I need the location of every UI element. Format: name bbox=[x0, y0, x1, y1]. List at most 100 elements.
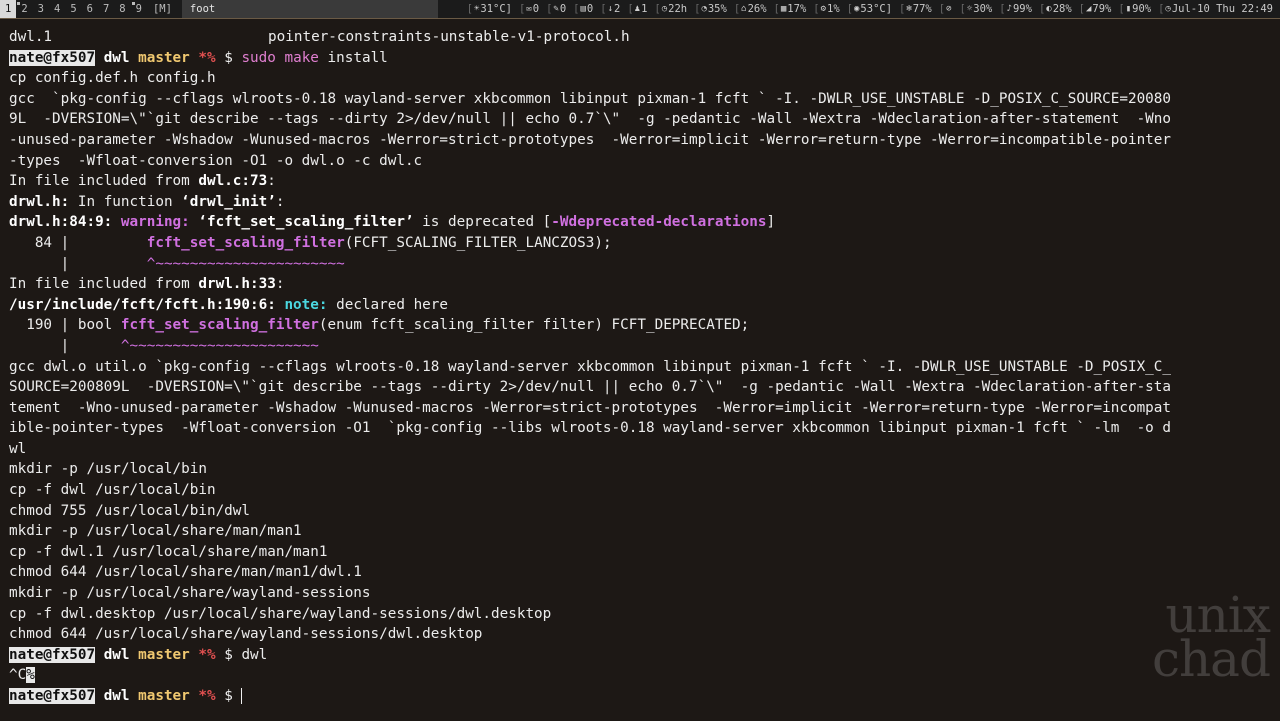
cpu-icon: ⚙ bbox=[820, 4, 827, 14]
status-value: 77% bbox=[912, 3, 932, 15]
terminal-line: wl bbox=[9, 440, 27, 457]
prompt-user-host: nate@fx507 bbox=[9, 646, 96, 663]
terminal-window[interactable]: dwl.1 pointer-constraints-unstable-v1-pro… bbox=[0, 18, 1280, 721]
workspace-tag-2[interactable]: 2 bbox=[16, 0, 32, 18]
watermark-line: chad bbox=[1151, 630, 1271, 688]
status-value: 53°C] bbox=[860, 3, 893, 15]
status-block[interactable]: [♪ 99% bbox=[995, 0, 1035, 18]
prompt-branch: master bbox=[138, 49, 190, 66]
prompt-dir: dwl bbox=[103, 49, 130, 66]
status-block[interactable]: [◷ Jul-10 Thu 22:49 bbox=[1154, 0, 1276, 18]
prompt-symbol: $ bbox=[224, 49, 233, 66]
file-location: drwl.h:33 bbox=[198, 276, 276, 293]
status-block[interactable]: [▦ 17% bbox=[770, 0, 810, 18]
line-text: dwl.1 bbox=[9, 29, 53, 45]
prompt-dir: dwl bbox=[103, 688, 130, 704]
prompt-line: nate@fx507 dwl master *% $ sudo make ins… bbox=[9, 48, 1271, 69]
block-bracket: [ bbox=[466, 3, 473, 15]
status-block[interactable]: [✎ 0 bbox=[542, 0, 569, 18]
prompt-user-host: nate@fx507 bbox=[9, 688, 96, 704]
workspace-tag-6[interactable]: 6 bbox=[82, 0, 98, 18]
status-block[interactable]: [▤ 0 bbox=[569, 0, 596, 18]
status-block[interactable]: [↓ 2 bbox=[596, 0, 623, 18]
prompt-dirty: *% bbox=[198, 688, 216, 704]
terminal-line: chmod 644 /usr/local/share/man/man1/dwl.… bbox=[9, 564, 362, 581]
status-block[interactable]: [❄ 77% bbox=[895, 0, 935, 18]
line-text: ] bbox=[766, 214, 776, 231]
status-block[interactable]: [✉ 0 bbox=[515, 0, 542, 18]
status-block[interactable]: [☀ 31°C] bbox=[463, 0, 515, 18]
block-bracket: [ bbox=[899, 3, 906, 15]
workspace-tags: 123456789 bbox=[0, 0, 147, 18]
line-text: (FCFT_SCALING_FILTER_LANCZOS3); bbox=[344, 234, 612, 251]
command-text: dwl bbox=[241, 646, 268, 663]
terminal-line: drwl.h: In function ‘drwl_init’: bbox=[9, 192, 1271, 213]
terminal-line: gcc dwl.o util.o `pkg-config --cflags wl… bbox=[9, 358, 1172, 375]
source-line: 190 | bool fcft_set_scaling_filter(enum … bbox=[9, 315, 1271, 336]
function-name: ‘fcft_set_scaling_filter’ bbox=[198, 214, 414, 231]
terminal-line: mkdir -p /usr/local/bin bbox=[9, 461, 207, 478]
line-text: is deprecated [ bbox=[413, 214, 552, 231]
disk-icon: ◔ bbox=[701, 4, 707, 14]
block-bracket: [ bbox=[999, 3, 1006, 15]
workspace-tag-9[interactable]: 9 bbox=[131, 0, 147, 18]
terminal-line: mkdir -p /usr/local/share/wayland-sessio… bbox=[9, 585, 371, 602]
interrupt-text: ^C bbox=[9, 667, 27, 684]
status-block[interactable]: [⊘ bbox=[935, 0, 956, 18]
prompt-user-host: nate@fx507 bbox=[9, 49, 96, 66]
prompt-line: nate@fx507 dwl master *% $ dwl bbox=[9, 645, 1271, 666]
workspace-tag-3[interactable]: 3 bbox=[33, 0, 49, 18]
status-block[interactable]: [◐ 28% bbox=[1035, 0, 1075, 18]
status-block[interactable]: [▮ 90% bbox=[1114, 0, 1154, 18]
command-make: make bbox=[284, 49, 319, 66]
status-value: 79% bbox=[1092, 3, 1112, 15]
block-bracket: [ bbox=[546, 3, 553, 15]
status-block[interactable]: [◉ 53°C] bbox=[843, 0, 895, 18]
status-block[interactable]: [⚙ 1% bbox=[809, 0, 842, 18]
block-bracket: [ bbox=[959, 3, 966, 15]
line-text: : bbox=[275, 193, 285, 210]
command-sudo: sudo bbox=[241, 49, 276, 66]
warning-line: drwl.h:84:9: warning: ‘fcft_set_scaling_… bbox=[9, 212, 1271, 233]
prompt-branch: master bbox=[138, 646, 190, 663]
status-block[interactable]: [♟ 1 bbox=[623, 0, 650, 18]
status-block[interactable]: [◔ 35% bbox=[690, 0, 730, 18]
line-text: : bbox=[275, 276, 285, 293]
block-bracket: [ bbox=[773, 3, 780, 15]
workspace-tag-8[interactable]: 8 bbox=[114, 0, 130, 18]
workspace-tag-1[interactable]: 1 bbox=[0, 0, 17, 18]
layout-indicator[interactable]: [M] bbox=[147, 3, 178, 15]
terminal-line: ible-pointer-types -Wfloat-conversion -O… bbox=[9, 420, 1172, 437]
user-icon: ♟ bbox=[634, 4, 641, 14]
prompt-dirty: *% bbox=[198, 646, 216, 663]
line-text: In function bbox=[69, 193, 182, 210]
line-gutter: 84 | bbox=[9, 234, 147, 251]
status-value: 28% bbox=[1052, 3, 1072, 15]
thermometer-icon: ☀ bbox=[473, 4, 480, 14]
block-bracket: [ bbox=[733, 3, 741, 15]
no-newline-marker: % bbox=[26, 667, 35, 684]
terminal-line: In file included from drwl.h:33: bbox=[9, 274, 1271, 295]
battery-icon: ◐ bbox=[1046, 4, 1052, 14]
status-block[interactable]: [◢ 79% bbox=[1075, 0, 1115, 18]
block-bracket: [ bbox=[938, 3, 946, 15]
note-line: /usr/include/fcft/fcft.h:190:6: note: de… bbox=[9, 295, 1271, 316]
status-value: 0 bbox=[532, 3, 540, 15]
terminal-line: SOURCE=200809L -DVERSION=\"`git describe… bbox=[9, 379, 1172, 396]
block-bracket: [ bbox=[1078, 3, 1085, 15]
file-location: drwl.h:84:9: bbox=[9, 214, 113, 231]
status-block[interactable]: [☼ 30% bbox=[956, 0, 996, 18]
text-cursor[interactable] bbox=[241, 688, 243, 704]
status-value: 30% bbox=[973, 3, 993, 15]
block-bracket: [ bbox=[813, 3, 820, 15]
line-text: (enum fcft_scaling_filter filter) FCFT_D… bbox=[318, 317, 750, 334]
prompt-symbol: $ bbox=[224, 646, 233, 663]
status-block[interactable]: [◷ 22h bbox=[650, 0, 690, 18]
workspace-tag-4[interactable]: 4 bbox=[49, 0, 65, 18]
workspace-tag-5[interactable]: 5 bbox=[65, 0, 81, 18]
workspace-tag-7[interactable]: 7 bbox=[98, 0, 114, 18]
status-block[interactable]: [⌂ 26% bbox=[730, 0, 770, 18]
terminal-line: -types -Wfloat-conversion -O1 -o dwl.o -… bbox=[9, 152, 423, 169]
status-value: 0 bbox=[559, 3, 567, 15]
file-location: /usr/include/fcft/fcft.h:190:6: bbox=[9, 296, 276, 313]
